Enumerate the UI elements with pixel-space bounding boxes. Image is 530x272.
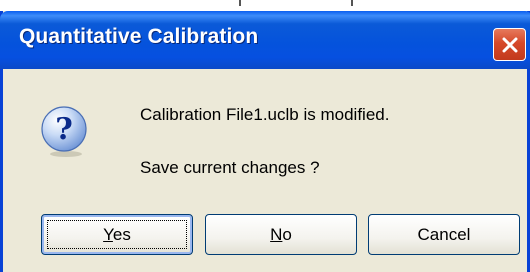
no-button[interactable]: No — [205, 214, 357, 255]
message-dialog: Quantitative Calibration ? Calibration F… — [0, 11, 530, 272]
no-button-label: No — [270, 224, 292, 244]
background-tick — [351, 0, 353, 6]
question-icon: ? — [41, 106, 87, 157]
yes-button-label: Yes — [103, 224, 131, 244]
dialog-title: Quantitative Calibration — [19, 25, 259, 48]
message-line-1: Calibration File1.uclb is modified. — [140, 105, 390, 124]
background-tick — [239, 0, 241, 6]
yes-button[interactable]: Yes — [41, 214, 193, 255]
title-bar[interactable]: Quantitative Calibration — [0, 11, 530, 69]
close-icon — [502, 37, 517, 52]
close-button[interactable] — [493, 28, 526, 61]
cancel-button[interactable]: Cancel — [368, 214, 520, 255]
cancel-button-label: Cancel — [417, 224, 471, 244]
message-line-2: Save current changes ? — [140, 158, 320, 177]
background-window-edge — [0, 0, 530, 11]
svg-text:?: ? — [55, 112, 73, 147]
